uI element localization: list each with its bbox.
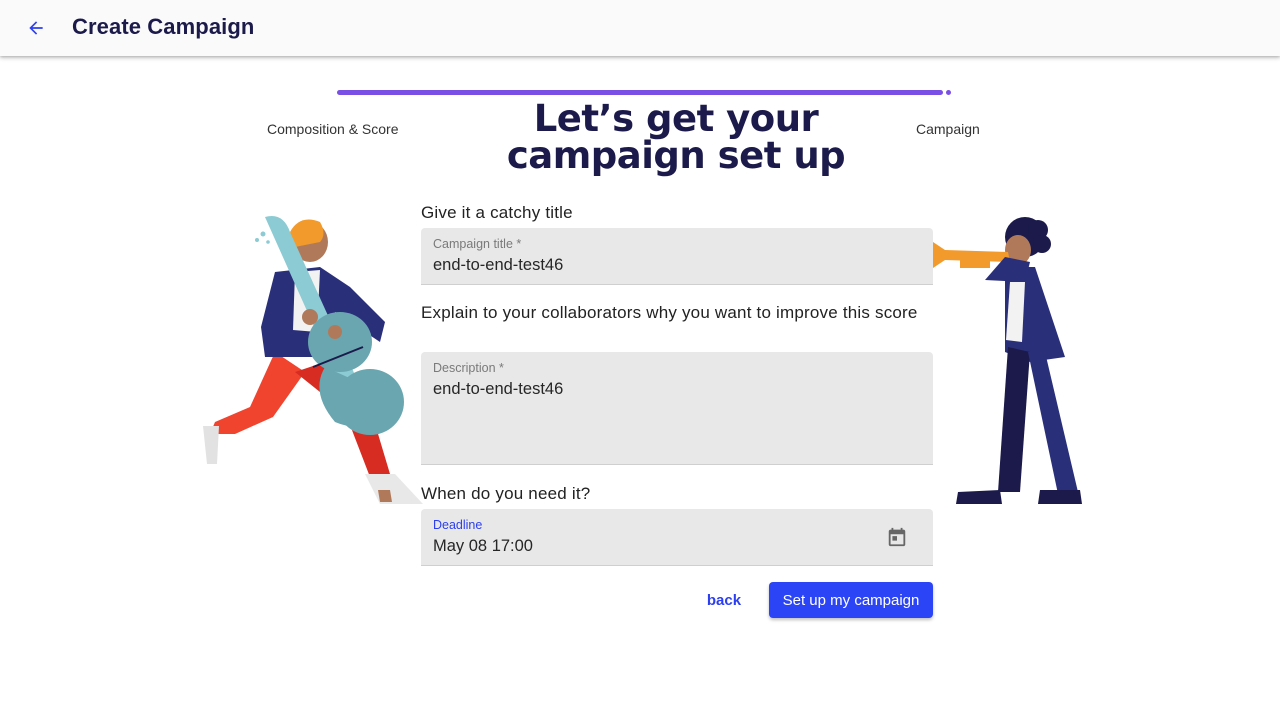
deadline-value[interactable]: May 08 17:00 [433, 537, 873, 556]
calendar-icon[interactable] [886, 526, 908, 548]
trumpeter-illustration [933, 217, 1082, 504]
arrow-back-icon[interactable] [22, 14, 50, 42]
deadline-section-label: When do you need it? [421, 484, 591, 503]
description-label: Description * [433, 361, 504, 375]
app-bar: Create Campaign [0, 0, 1280, 56]
headline: Let’s get your campaign set up [506, 97, 846, 177]
cellist-illustration [203, 216, 423, 504]
deadline-label: Deadline [433, 518, 483, 532]
campaign-title-label: Campaign title * [433, 237, 522, 251]
page-title: Create Campaign [72, 14, 255, 39]
description-textarea[interactable]: end-to-end-test46 [433, 380, 873, 399]
description-field[interactable]: Description * end-to-end-test46 [421, 352, 933, 465]
back-button[interactable]: back [696, 584, 752, 616]
description-section-label: Explain to your collaborators why you wa… [421, 303, 918, 322]
title-section-label: Give it a catchy title [421, 203, 573, 222]
step-campaign[interactable]: Campaign [916, 121, 980, 137]
campaign-title-input[interactable] [433, 256, 873, 275]
deadline-field[interactable]: Deadline May 08 17:00 [421, 509, 933, 566]
set-up-campaign-button[interactable]: Set up my campaign [769, 582, 933, 618]
stepper-end-dot [946, 90, 951, 95]
stepper-progress-bar [337, 90, 943, 95]
campaign-title-field[interactable]: Campaign title * [421, 228, 933, 285]
step-composition-score[interactable]: Composition & Score [267, 121, 399, 137]
